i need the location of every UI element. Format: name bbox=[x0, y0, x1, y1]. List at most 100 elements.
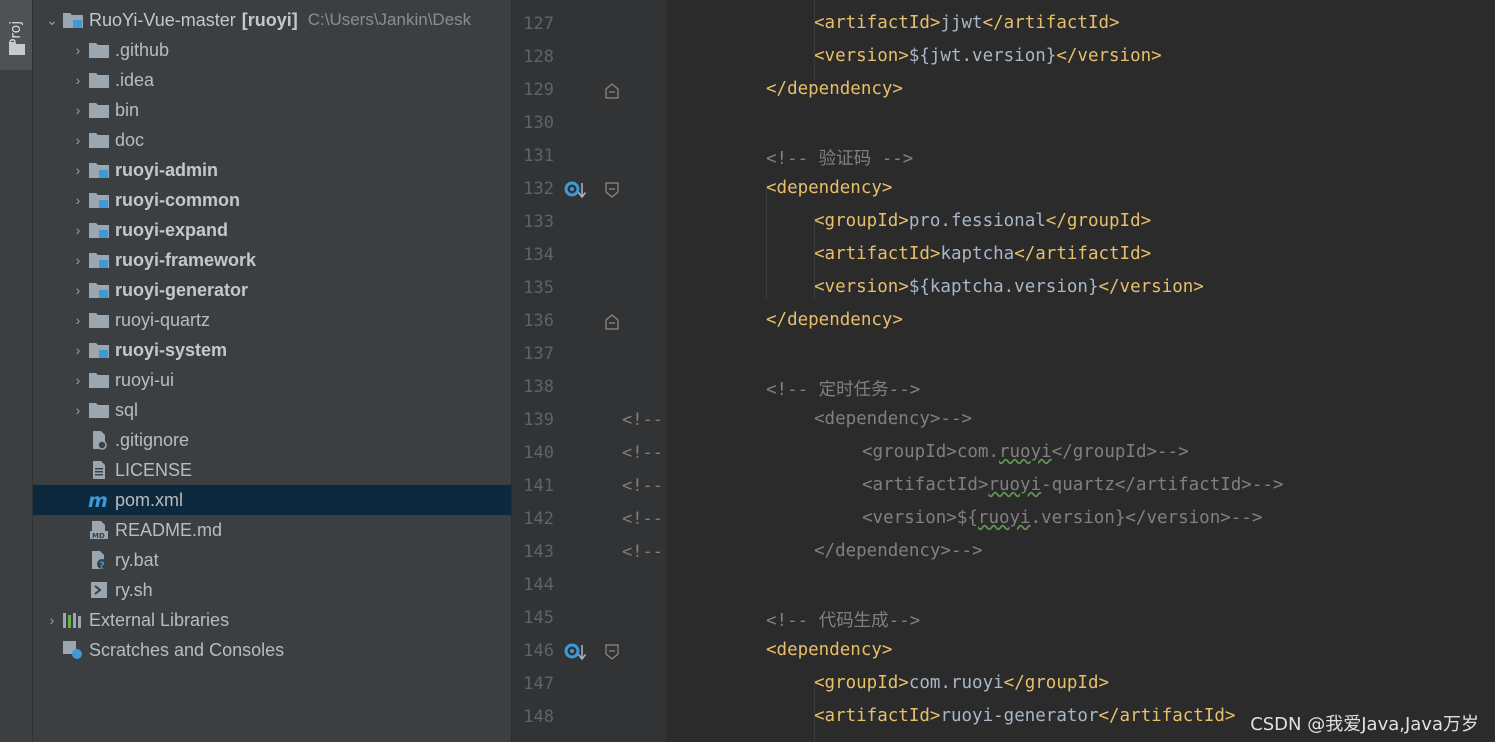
fold-end-icon[interactable] bbox=[605, 314, 619, 330]
tree-item-license[interactable]: LICENSE bbox=[33, 455, 511, 485]
tree-item-ry-bat[interactable]: ? ry.bat bbox=[33, 545, 511, 575]
chevron-right-icon[interactable]: › bbox=[69, 132, 87, 148]
tree-item-sql[interactable]: › sql bbox=[33, 395, 511, 425]
folder-icon bbox=[87, 399, 111, 421]
comment-prefix: <!-- bbox=[622, 443, 663, 463]
chevron-right-icon[interactable]: › bbox=[69, 312, 87, 328]
code-line: <dependency> bbox=[766, 640, 893, 660]
code-line: <!-- 代码生成--> bbox=[766, 611, 921, 631]
module-folder-icon bbox=[61, 9, 85, 31]
tree-item-ruoyi-expand[interactable]: › ruoyi-expand bbox=[33, 215, 511, 245]
code-line: <version>${ruoyi.version}</version>--> bbox=[862, 508, 1263, 528]
tree-item-ruoyi-common[interactable]: › ruoyi-common bbox=[33, 185, 511, 215]
tree-item-pom-xml[interactable]: m pom.xml bbox=[33, 485, 511, 515]
tree-item-label: .idea bbox=[115, 69, 155, 90]
tree-item-ruoyi-generator[interactable]: › ruoyi-generator bbox=[33, 275, 511, 305]
tree-item-ruoyi-admin[interactable]: › ruoyi-admin bbox=[33, 155, 511, 185]
code-line: <!-- 验证码 --> bbox=[766, 149, 914, 169]
tree-item-bin[interactable]: › bin bbox=[33, 95, 511, 125]
chevron-right-icon[interactable]: › bbox=[69, 402, 87, 418]
tree-item-label: pom.xml bbox=[115, 489, 184, 510]
code-line: <groupId>pro.fessional</groupId> bbox=[814, 211, 1152, 231]
tree-item-label: sql bbox=[115, 399, 139, 420]
code-line: <dependency>--> bbox=[814, 409, 973, 429]
tree-item-readme-md[interactable]: MD README.md bbox=[33, 515, 511, 545]
root-module-name: [ruoyi] bbox=[241, 9, 298, 30]
svg-text:?: ? bbox=[99, 561, 105, 571]
chevron-right-icon[interactable]: › bbox=[69, 42, 87, 58]
markdown-file-icon: MD bbox=[87, 519, 111, 541]
fold-end-icon[interactable] bbox=[605, 83, 619, 99]
line-number: 146 bbox=[523, 641, 554, 661]
comment-prefix: <!-- bbox=[622, 410, 663, 430]
module-folder-icon bbox=[87, 159, 111, 181]
line-number: 137 bbox=[523, 344, 554, 364]
tree-item-label: README.md bbox=[115, 519, 223, 540]
chevron-right-icon[interactable]: › bbox=[69, 72, 87, 88]
project-tool-window-tab[interactable]: Proj bbox=[0, 0, 32, 70]
tree-item-idea[interactable]: › .idea bbox=[33, 65, 511, 95]
line-number: 129 bbox=[523, 80, 554, 100]
code-line: </dependency> bbox=[766, 310, 903, 330]
chevron-right-icon[interactable]: › bbox=[69, 162, 87, 178]
tree-item-label: ruoyi-system bbox=[115, 339, 228, 360]
tree-root-row[interactable]: ⌄ RuoYi-Vue-master [ruoyi] C:\Users\Jank… bbox=[33, 5, 511, 35]
fold-collapse-icon[interactable] bbox=[605, 644, 619, 660]
project-tab-label: Proj bbox=[8, 20, 24, 47]
tree-item-github[interactable]: › .github bbox=[33, 35, 511, 65]
tree-item-ry-sh[interactable]: ry.sh bbox=[33, 575, 511, 605]
overriding-dependency-icon[interactable] bbox=[564, 180, 588, 202]
scratches-row[interactable]: Scratches and Consoles bbox=[33, 635, 511, 665]
chevron-right-icon[interactable]: › bbox=[69, 342, 87, 358]
overriding-dependency-icon[interactable] bbox=[564, 642, 588, 664]
line-number: 127 bbox=[523, 14, 554, 34]
watermark: CSDN @我爱Java,Java万岁 bbox=[1248, 710, 1481, 736]
tree-item-label: ruoyi-framework bbox=[115, 249, 257, 270]
tree-item-label: .gitignore bbox=[115, 429, 190, 450]
line-number: 145 bbox=[523, 608, 554, 628]
chevron-right-icon[interactable]: › bbox=[69, 192, 87, 208]
tree-item-gitignore[interactable]: .gitignore bbox=[33, 425, 511, 455]
chevron-right-icon[interactable]: › bbox=[69, 102, 87, 118]
tree-item-label: .github bbox=[115, 39, 170, 60]
tree-item-ruoyi-ui[interactable]: › ruoyi-ui bbox=[33, 365, 511, 395]
chevron-right-icon[interactable]: › bbox=[69, 372, 87, 388]
chevron-right-icon[interactable]: › bbox=[69, 252, 87, 268]
tree-item-ruoyi-system[interactable]: › ruoyi-system bbox=[33, 335, 511, 365]
folder-icon bbox=[87, 369, 111, 391]
fold-collapse-icon[interactable] bbox=[605, 182, 619, 198]
indent-guide bbox=[814, 215, 815, 300]
chevron-right-icon[interactable]: › bbox=[69, 222, 87, 238]
folder-icon bbox=[87, 129, 111, 151]
code-line: <artifactId>ruoyi-quartz</artifactId>--> bbox=[862, 475, 1284, 495]
external-libraries-row[interactable]: › External Libraries bbox=[33, 605, 511, 635]
code-editor[interactable]: 127 128 129 130 131 132 133 134 135 136 137 138 139 <… bbox=[512, 0, 1495, 742]
chevron-down-icon[interactable]: ⌄ bbox=[43, 12, 61, 29]
line-number: 138 bbox=[523, 377, 554, 397]
chevron-right-icon[interactable]: › bbox=[43, 612, 61, 628]
comment-prefix: <!-- bbox=[622, 509, 663, 529]
code-line: <!-- 定时任务--> bbox=[766, 380, 921, 400]
line-number: 143 bbox=[523, 542, 554, 562]
tree-item-doc[interactable]: › doc bbox=[33, 125, 511, 155]
bat-file-icon: ? bbox=[87, 549, 111, 571]
tree-item-ruoyi-framework[interactable]: › ruoyi-framework bbox=[33, 245, 511, 275]
line-number: 139 bbox=[523, 410, 554, 430]
line-number: 141 bbox=[523, 476, 554, 496]
code-line: <groupId>com.ruoyi</groupId> bbox=[814, 673, 1110, 693]
code-line: <artifactId>ruoyi-generator</artifactId> bbox=[814, 706, 1236, 726]
indent-guide bbox=[766, 183, 767, 300]
line-number: 132 bbox=[523, 179, 554, 199]
tree-item-label: ruoyi-admin bbox=[115, 159, 219, 180]
tool-window-stripe: Proj bbox=[0, 0, 33, 742]
svg-text:MD: MD bbox=[92, 532, 105, 540]
chevron-right-icon[interactable]: › bbox=[69, 282, 87, 298]
editor-gutter: 127 128 129 130 131 132 133 134 135 136 137 138 139 <… bbox=[512, 0, 666, 742]
module-folder-icon bbox=[87, 339, 111, 361]
comment-prefix: <!-- bbox=[622, 476, 663, 496]
line-number: 148 bbox=[523, 707, 554, 727]
line-number: 147 bbox=[523, 674, 554, 694]
tree-item-label: bin bbox=[115, 99, 140, 120]
module-folder-icon bbox=[87, 249, 111, 271]
tree-item-ruoyi-quartz[interactable]: › ruoyi-quartz bbox=[33, 305, 511, 335]
